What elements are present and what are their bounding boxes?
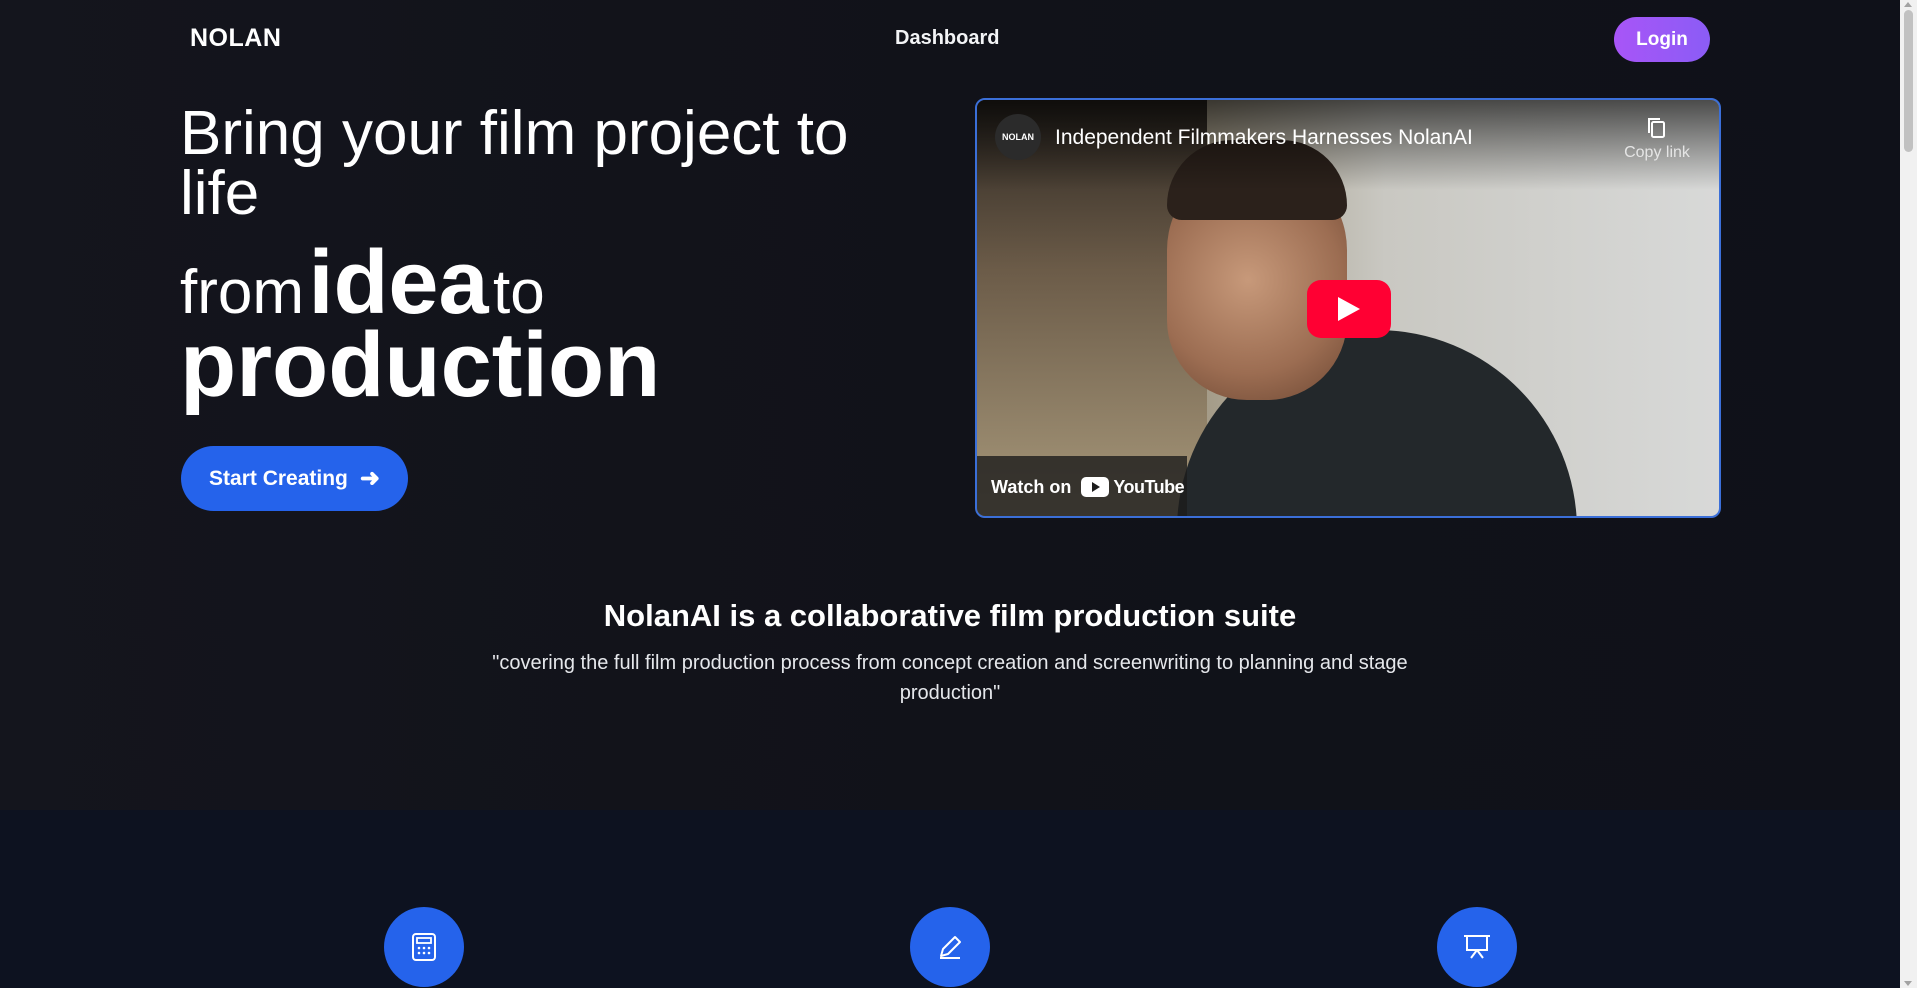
feature-calculator[interactable] — [384, 907, 464, 987]
scrollbar-thumb[interactable] — [1904, 10, 1913, 152]
scroll-down-icon[interactable] — [1904, 981, 1912, 986]
youtube-icon — [1081, 477, 1110, 497]
calculator-icon — [412, 933, 436, 961]
youtube-logo: YouTube — [1081, 476, 1185, 498]
page: NOLAN Dashboard Login Bring your film pr… — [0, 0, 1917, 988]
feature-writing[interactable] — [910, 907, 990, 987]
play-button[interactable] — [1307, 280, 1391, 338]
watch-on-label: Watch on — [991, 476, 1072, 497]
copy-link-button[interactable]: Copy link — [1617, 116, 1697, 162]
pencil-icon — [940, 936, 961, 959]
play-icon — [1338, 297, 1360, 321]
login-button[interactable]: Login — [1614, 17, 1710, 62]
scroll-up-icon[interactable] — [1904, 2, 1912, 7]
channel-logo-text: NOLAN — [1002, 132, 1034, 142]
channel-avatar[interactable]: NOLAN — [995, 114, 1041, 160]
copy-icon — [1648, 118, 1665, 138]
hero-word-production: production — [180, 314, 661, 416]
video-title[interactable]: Independent Filmmakers Harnesses NolanAI — [1055, 126, 1473, 150]
start-creating-button[interactable]: Start Creating ➜ — [181, 446, 408, 511]
nav-dashboard-link[interactable]: Dashboard — [895, 27, 999, 50]
presentation-icon — [1464, 935, 1490, 959]
video-embed[interactable]: NOLAN Independent Filmmakers Harnesses N… — [975, 98, 1721, 518]
copy-link-label: Copy link — [1624, 144, 1690, 161]
youtube-wordmark: YouTube — [1113, 476, 1185, 497]
site-logo[interactable]: NOLAN — [190, 24, 281, 53]
suite-title: NolanAI is a collaborative film producti… — [603, 598, 1297, 633]
feature-presentation[interactable] — [1437, 907, 1517, 987]
arrow-right-icon: ➜ — [359, 464, 380, 492]
hero-heading: Bring your film project to life — [180, 99, 849, 228]
watch-on-youtube-button[interactable]: Watch on YouTube — [977, 456, 1187, 516]
suite-description: "covering the full film production proce… — [492, 652, 1408, 704]
start-creating-label: Start Creating — [209, 466, 348, 490]
